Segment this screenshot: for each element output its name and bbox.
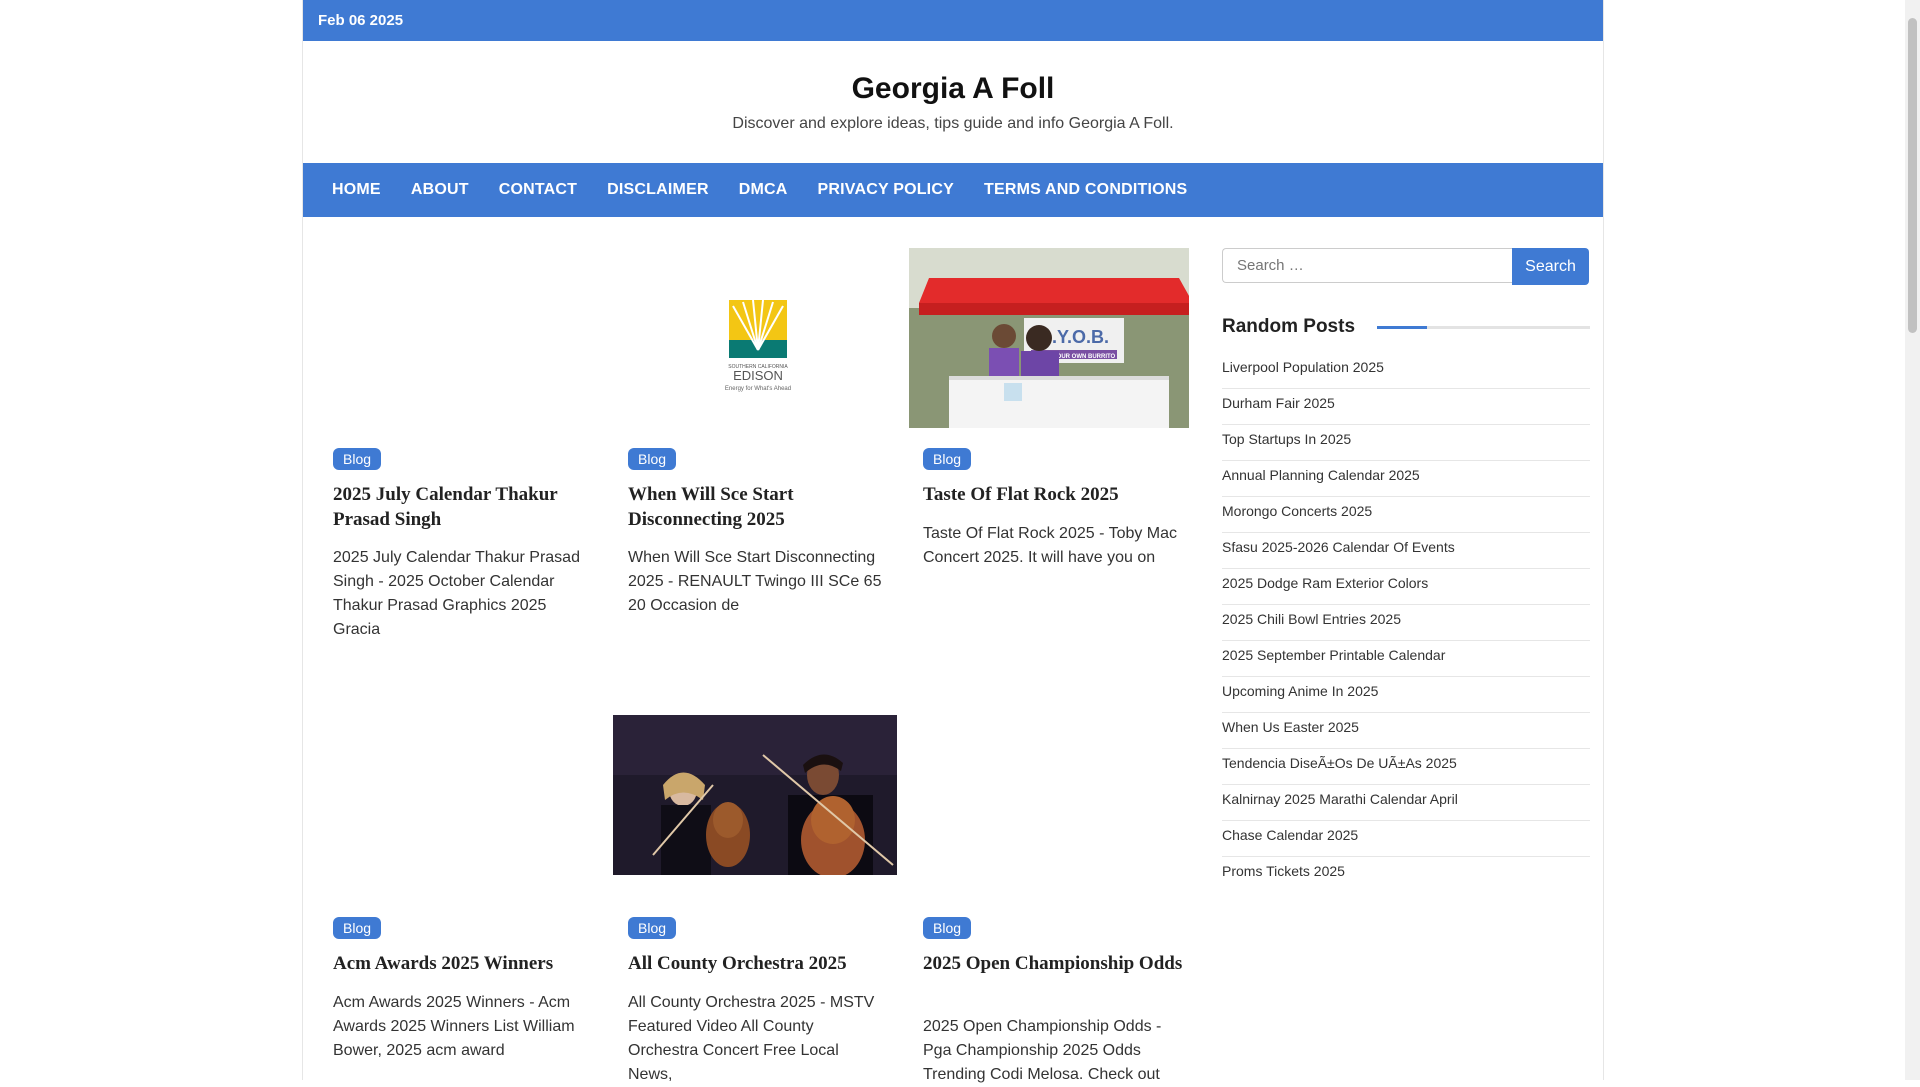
title-divider: [1377, 325, 1590, 329]
random-post-link[interactable]: Morongo Concerts 2025: [1222, 497, 1590, 533]
svg-text:EDISON: EDISON: [733, 368, 783, 383]
post-title[interactable]: 2025 Open Championship Odds: [923, 951, 1183, 976]
search-form: Search: [1222, 248, 1590, 285]
category-badge[interactable]: Blog: [923, 917, 972, 939]
post-title[interactable]: Acm Awards 2025 Winners: [333, 951, 593, 976]
category-badge[interactable]: Blog: [628, 917, 677, 939]
post-thumbnail[interactable]: B.Y.O.B. BUILD YOUR OWN BURRITO: [909, 248, 1189, 428]
random-post-link[interactable]: Kalnirnay 2025 Marathi Calendar April: [1222, 785, 1590, 821]
post-title[interactable]: Taste Of Flat Rock 2025: [923, 482, 1183, 507]
category-badge[interactable]: Blog: [923, 448, 972, 470]
random-post-link[interactable]: Sfasu 2025-2026 Calendar Of Events: [1222, 533, 1590, 569]
post-thumbnail[interactable]: [613, 715, 897, 875]
random-post-link[interactable]: 2025 Chili Bowl Entries 2025: [1222, 605, 1590, 641]
post-title[interactable]: 2025 July Calendar Thakur Prasad Singh: [333, 482, 593, 532]
random-post-link[interactable]: Proms Tickets 2025: [1222, 857, 1590, 893]
page-wrapper: Feb 06 2025 Georgia A Foll Discover and …: [302, 0, 1604, 1083]
post-excerpt: Taste Of Flat Rock 2025 - Toby Mac Conce…: [923, 525, 1178, 566]
edison-logo-icon: SOUTHERN CALIFORNIA EDISON Energy for Wh…: [725, 299, 791, 392]
random-post-link[interactable]: 2025 Dodge Ram Exterior Colors: [1222, 569, 1590, 605]
post-title[interactable]: All County Orchestra 2025: [628, 951, 888, 976]
random-post-link[interactable]: Durham Fair 2025: [1222, 389, 1590, 425]
post-excerpt: All County Orchestra 2025 - MSTV Feature…: [628, 994, 875, 1083]
scrollbar-thumb[interactable]: [1908, 18, 1917, 333]
category-badge[interactable]: Blog: [628, 448, 677, 470]
nav-disclaimer[interactable]: DISCLAIMER: [607, 181, 709, 199]
post-excerpt: 2025 Open Championship Odds - Pga Champi…: [923, 1018, 1162, 1083]
nav-about[interactable]: ABOUT: [411, 181, 469, 199]
random-post-link[interactable]: 2025 September Printable Calendar: [1222, 641, 1590, 677]
random-post-link[interactable]: Annual Planning Calendar 2025: [1222, 461, 1590, 497]
category-badge[interactable]: Blog: [333, 917, 382, 939]
search-input[interactable]: [1222, 248, 1512, 283]
category-badge[interactable]: Blog: [333, 448, 382, 470]
post-title[interactable]: When Will Sce Start Disconnecting 2025: [628, 482, 888, 532]
random-posts-list: Liverpool Population 2025 Durham Fair 20…: [1222, 353, 1590, 893]
widget-title: Random Posts: [1222, 316, 1356, 337]
post-excerpt: Acm Awards 2025 Winners - Acm Awards 202…: [333, 994, 575, 1059]
top-bar: Feb 06 2025: [303, 0, 1603, 41]
nav-contact[interactable]: CONTACT: [499, 181, 577, 199]
svg-text:Energy for What's Ahead: Energy for What's Ahead: [725, 386, 791, 392]
random-post-link[interactable]: Liverpool Population 2025: [1222, 353, 1590, 389]
nav-dmca[interactable]: DMCA: [739, 181, 788, 199]
sidebar: Search Random Posts Liverpool Population…: [1222, 248, 1590, 893]
post-thumbnail[interactable]: SOUTHERN CALIFORNIA EDISON Energy for Wh…: [618, 248, 898, 428]
site-header: Georgia A Foll Discover and explore idea…: [303, 41, 1603, 163]
random-posts-heading: Random Posts: [1222, 315, 1590, 339]
page-scrollbar[interactable]: [1905, 0, 1920, 1080]
post-excerpt: When Will Sce Start Disconnecting 2025 -…: [628, 549, 882, 614]
random-post-link[interactable]: When Us Easter 2025: [1222, 713, 1590, 749]
nav-privacy-policy[interactable]: PRIVACY POLICY: [818, 181, 954, 199]
top-bar-date: Feb 06 2025: [318, 12, 404, 29]
random-post-link[interactable]: Tendencia DiseÃ±Os De UÃ±As 2025: [1222, 749, 1590, 785]
random-post-link[interactable]: Top Startups In 2025: [1222, 425, 1590, 461]
byob-booth-photo: B.Y.O.B. BUILD YOUR OWN BURRITO: [909, 248, 1189, 428]
orchestra-photo: [613, 715, 897, 875]
random-post-link[interactable]: Upcoming Anime In 2025: [1222, 677, 1590, 713]
post-excerpt: 2025 July Calendar Thakur Prasad Singh -…: [333, 549, 580, 638]
nav-home[interactable]: HOME: [332, 181, 381, 199]
search-button[interactable]: Search: [1512, 248, 1589, 285]
nav-terms-and-conditions[interactable]: TERMS AND CONDITIONS: [984, 181, 1187, 199]
main-nav: HOME ABOUT CONTACT DISCLAIMER DMCA PRIVA…: [303, 163, 1603, 217]
site-description: Discover and explore ideas, tips guide a…: [732, 115, 1174, 132]
random-post-link[interactable]: Chase Calendar 2025: [1222, 821, 1590, 857]
site-title[interactable]: Georgia A Foll: [303, 41, 1603, 107]
